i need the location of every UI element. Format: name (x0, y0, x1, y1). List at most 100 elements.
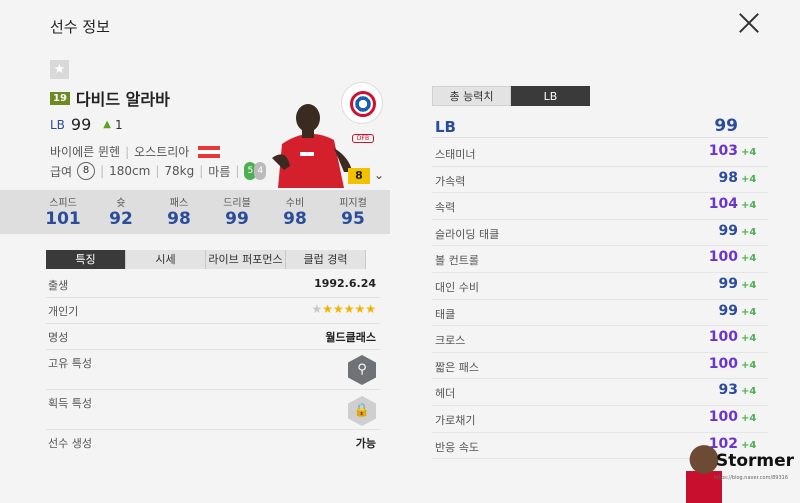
watermark-text: Stormer (716, 451, 795, 471)
stat-physical: 피지컬 95 (339, 198, 367, 229)
chevron-down-icon[interactable]: ⌄ (374, 168, 384, 182)
tab-traits[interactable]: 특징 (46, 250, 126, 269)
player-physique: 마름 (208, 164, 231, 179)
divider: | (100, 164, 105, 178)
birth-row: 출생 1992.6.24 (46, 272, 380, 298)
attribute-row: 태클 99 +4 (432, 300, 768, 327)
info-row: 급여 8 | 180cm | 78kg | 마름 | 5 4 (50, 162, 267, 180)
attribute-value: 104 (708, 196, 738, 213)
lock-icon[interactable]: 🔒 (348, 396, 376, 426)
attribute-bonus: +4 (741, 147, 757, 158)
attribute-value: 98 (718, 169, 738, 186)
acquired-traits-label: 획득 특성 (48, 397, 92, 410)
attribute-label: 짧은 패스 (435, 360, 479, 374)
stat-shooting: 슛 92 (109, 198, 133, 229)
watermark: Stormer https://blog.naver.com/89316 (684, 441, 800, 503)
attribute-row: 짧은 패스 100 +4 (432, 353, 768, 380)
attribute-label: 반응 속도 (435, 440, 479, 454)
attribute-label: 가로채기 (435, 414, 476, 427)
attribute-value: 100 (708, 355, 738, 372)
attribute-value: 103 (708, 143, 738, 159)
club-logo (341, 82, 383, 124)
attribute-value: 99 (718, 276, 738, 292)
stat-defending: 수비 98 (283, 198, 307, 229)
page-title: 선수 정보 (50, 18, 110, 36)
tab-club-career[interactable]: 클럽 경력 (286, 250, 366, 269)
tab-live-performance[interactable]: 라이브 퍼포먼스 (206, 250, 286, 269)
overall-change: 1 (114, 117, 123, 132)
attribute-bonus: +4 (741, 386, 757, 398)
reputation-value: 월드클래스 (325, 331, 376, 344)
attribute-label: 대인 수비 (435, 281, 479, 294)
attribute-bonus: +4 (741, 280, 757, 291)
attribute-label: 속력 (435, 201, 456, 215)
attribute-label: 크로스 (435, 334, 466, 348)
nation-name: 오스트리아 (134, 145, 190, 159)
foot-icon: 5 4 (244, 162, 267, 180)
attribute-row: 가속력 98 +4 (432, 167, 768, 194)
right-foot-value: 4 (254, 162, 267, 180)
enhance-level-badge[interactable]: 8 (348, 168, 370, 184)
season-badge: 19 (50, 91, 70, 105)
attribute-value: 100 (708, 329, 738, 346)
skill-moves-label: 개인기 (48, 305, 79, 318)
divider: | (199, 164, 204, 178)
attribute-label: 태클 (435, 307, 456, 321)
attribute-bonus: +4 (741, 200, 757, 212)
attribute-bonus: +4 (741, 306, 757, 318)
tab-price[interactable]: 시세 (126, 250, 206, 269)
salary-label: 급여 (50, 164, 73, 179)
position-rating-label: LB (435, 118, 456, 136)
attribute-bonus: +4 (741, 333, 757, 345)
reputation-row: 명성 월드클래스 (46, 324, 380, 350)
arrow-up-icon: ▲ (103, 119, 111, 130)
club-row: 바이에른 뮌헨 | 오스트리아 (50, 143, 221, 160)
attribute-value: 93 (718, 382, 738, 399)
attribute-bonus: +4 (741, 253, 757, 265)
player-name: 다비드 알라바 (75, 90, 170, 109)
create-player-row: 선수 생성 가능 (46, 430, 380, 456)
attribute-tabs: 총 능력치 LB (432, 86, 590, 106)
attribute-row: 스태미너 103 +4 (432, 140, 768, 167)
summary-stats: 스피드 101 슛 92 패스 98 드리블 99 수비 98 피지컬 95 (0, 190, 390, 234)
attribute-value: 100 (708, 249, 738, 266)
close-icon[interactable] (738, 12, 760, 34)
divider: | (155, 164, 160, 178)
attribute-bonus: +4 (741, 173, 757, 185)
unique-traits-label: 고유 특성 (48, 357, 92, 370)
attribute-row: 크로스 100 +4 (432, 326, 768, 353)
tab-position-stats[interactable]: LB (511, 86, 590, 106)
player-position: LB (50, 117, 65, 132)
attribute-bonus: +4 (741, 359, 757, 371)
divider: | (125, 144, 130, 159)
attribute-bonus: +4 (741, 226, 757, 238)
player-photo (272, 104, 352, 188)
acquired-traits-row: 획득 특성 🔒 (46, 390, 380, 430)
position-rating-header: LB 99 (432, 116, 768, 138)
wrench-icon[interactable]: ⚲ (348, 355, 376, 385)
salary-badge: 8 (77, 162, 96, 180)
skill-moves-row: 개인기 ★★★★★★ (46, 298, 380, 324)
attribute-row: 볼 컨트롤 100 +4 (432, 246, 768, 273)
position-rating-value: 99 (714, 116, 738, 136)
club-name: 바이에른 뮌헨 (50, 145, 121, 159)
detail-tabs: 특징 시세 라이브 퍼포먼스 클럽 경력 (46, 250, 366, 269)
attribute-bonus: +4 (741, 413, 757, 424)
attribute-label: 헤더 (435, 387, 456, 401)
league-logo: DFB (352, 134, 374, 143)
create-player-label: 선수 생성 (48, 437, 92, 450)
attribute-label: 스태미너 (435, 148, 476, 161)
divider: | (235, 164, 240, 178)
create-player-value: 가능 (355, 437, 376, 450)
attribute-value: 99 (718, 222, 738, 239)
watermark-url: https://blog.naver.com/89316 (714, 475, 789, 481)
attribute-label: 슬라이딩 태클 (435, 227, 500, 241)
stat-speed: 스피드 101 (45, 198, 81, 229)
tab-total-stats[interactable]: 총 능력치 (432, 86, 511, 106)
attribute-row: 가로채기 100 +4 (432, 406, 768, 433)
reputation-label: 명성 (48, 331, 69, 344)
favorite-star-icon[interactable]: ★ (50, 60, 69, 79)
attribute-value: 100 (708, 409, 738, 425)
birth-label: 출생 (48, 279, 69, 292)
attribute-row: 속력 104 +4 (432, 193, 768, 220)
